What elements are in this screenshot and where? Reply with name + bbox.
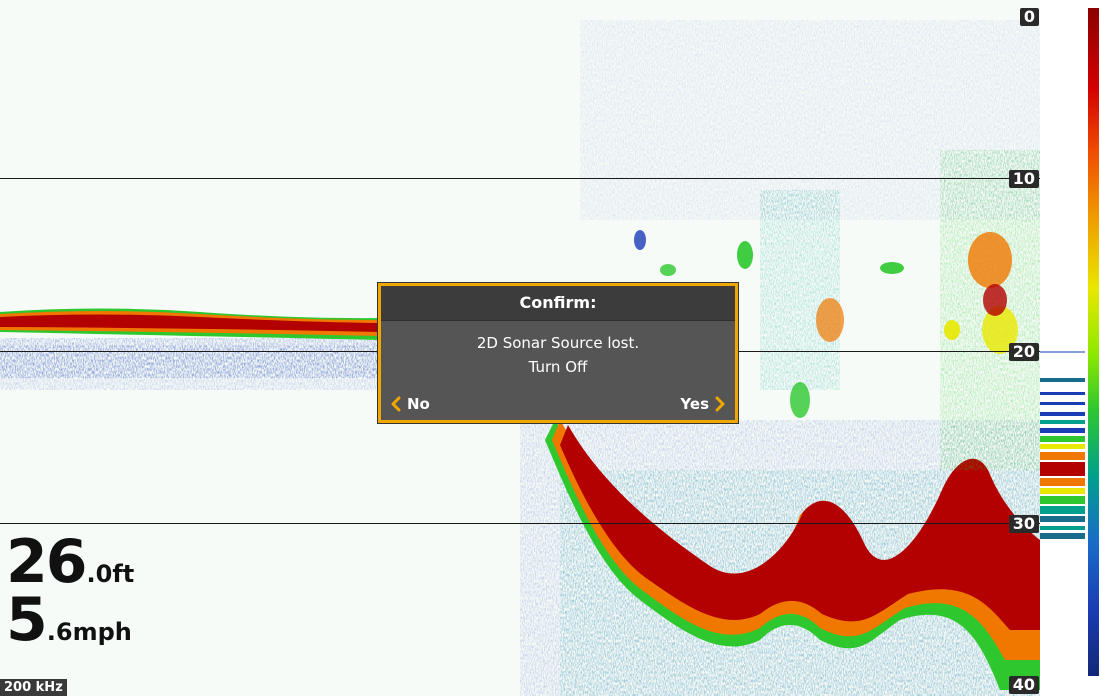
speed-readout: 5.6mph — [6, 590, 134, 650]
color-palette — [1085, 0, 1101, 696]
depth-tag-40: 40 — [1008, 676, 1039, 694]
dialog-title: Confirm: — [381, 286, 735, 321]
dialog-message: 2D Sonar Source lost. Turn Off — [381, 331, 735, 379]
depth-tag-10: 10 — [1008, 170, 1039, 188]
sonar-screen: 0 10 20 30 40 26.0ft 5.6mph 200 kHz Conf… — [0, 0, 1101, 696]
chevron-left-icon — [391, 396, 401, 412]
no-button-label: No — [407, 395, 430, 413]
no-button[interactable]: No — [389, 394, 430, 414]
dialog-message-line2: Turn Off — [528, 358, 588, 376]
dialog-message-line1: 2D Sonar Source lost. — [476, 334, 640, 352]
frequency-label: 200 kHz — [0, 679, 67, 696]
depth-tag-20: 20 — [1008, 343, 1039, 361]
confirm-dialog: Confirm: 2D Sonar Source lost. Turn Off … — [378, 283, 738, 423]
color-palette-bar — [1088, 8, 1099, 676]
depth-unit: .0ft — [86, 560, 135, 588]
speed-unit: .6mph — [46, 618, 132, 646]
depth-tag-30: 30 — [1008, 515, 1039, 533]
a-scope-bars — [1040, 351, 1085, 539]
a-scope — [1040, 0, 1085, 696]
depth-speed-readout: 26.0ft 5.6mph — [6, 532, 134, 650]
depth-tag-0: 0 — [1019, 8, 1039, 26]
depth-line-10 — [0, 178, 1040, 179]
chevron-right-icon — [715, 396, 725, 412]
yes-button[interactable]: Yes — [680, 394, 727, 414]
depth-line-30 — [0, 523, 1040, 524]
yes-button-label: Yes — [680, 395, 709, 413]
depth-value: 26 — [6, 527, 87, 597]
speed-value: 5 — [6, 585, 48, 655]
surface-bottom-band-left — [0, 308, 380, 390]
depth-readout: 26.0ft — [6, 532, 134, 592]
